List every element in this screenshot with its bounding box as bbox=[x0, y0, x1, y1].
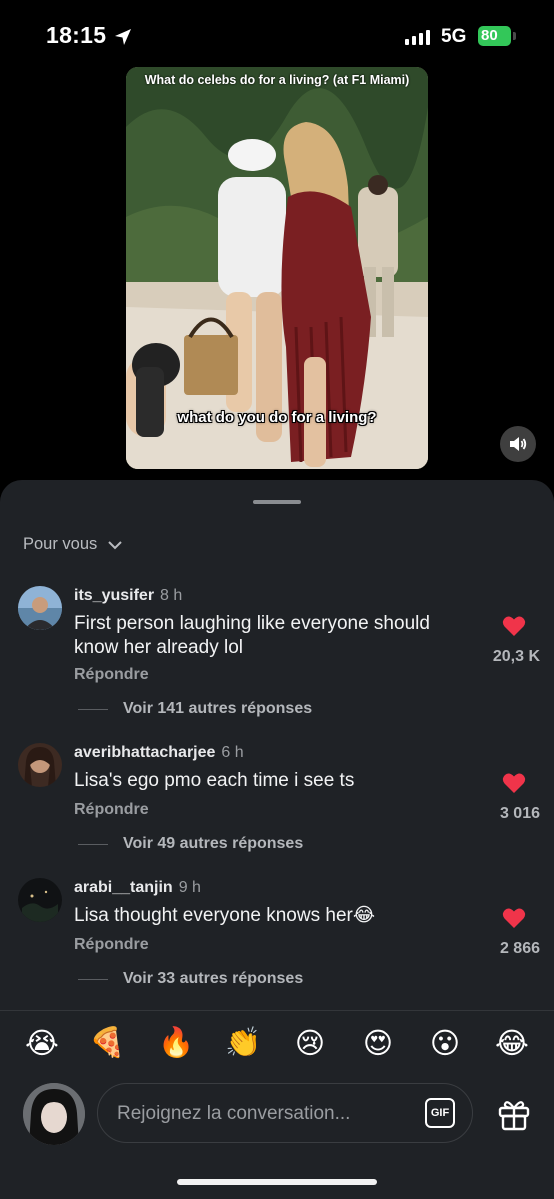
comment-text: Lisa thought everyone knows her😂 bbox=[74, 905, 376, 926]
emoji-clapping-button[interactable]: 👏 bbox=[223, 1026, 263, 1060]
video-player[interactable]: What do celebs do for a living? (at F1 M… bbox=[126, 67, 428, 469]
battery-tip bbox=[513, 32, 516, 40]
avatar-image bbox=[18, 586, 62, 630]
emoji-surprised-button[interactable]: 😮 bbox=[425, 1026, 465, 1061]
view-replies-button[interactable]: Voir 33 autres réponses bbox=[78, 970, 303, 988]
username-text: its_yusifer bbox=[74, 587, 155, 604]
sort-label: Pour vous bbox=[23, 535, 98, 553]
like-heart-icon[interactable] bbox=[502, 615, 526, 637]
emoji-laughing-button[interactable]: 😂 bbox=[492, 1026, 532, 1061]
avatar-image bbox=[18, 878, 62, 922]
home-indicator[interactable] bbox=[177, 1179, 377, 1185]
emoji-reaction-bar: 😭 🍕 🔥 👏 😢 😍 😮 😂 bbox=[0, 1026, 554, 1066]
replies-divider bbox=[78, 843, 108, 845]
chevron-down-icon bbox=[108, 540, 123, 549]
like-count: 20,3 K bbox=[492, 648, 540, 665]
avatar[interactable] bbox=[18, 586, 62, 630]
emoji-crying-button[interactable]: 😢 bbox=[290, 1026, 330, 1061]
emoji-heart-eyes-button[interactable]: 😍 bbox=[358, 1026, 398, 1061]
comment-input[interactable] bbox=[115, 1084, 409, 1144]
status-bar: 18:15 5G 80 bbox=[0, 0, 554, 74]
avatar[interactable] bbox=[18, 743, 62, 787]
video-title: What do celebs do for a living? (at F1 M… bbox=[144, 73, 410, 87]
comment-age: 8 h bbox=[160, 587, 183, 604]
view-replies-label: Voir 33 autres réponses bbox=[123, 970, 304, 987]
view-replies-label: Voir 49 autres réponses bbox=[123, 835, 304, 852]
reply-button[interactable]: Répondre bbox=[74, 801, 149, 819]
avatar-image bbox=[18, 743, 62, 787]
username-text: arabi__tanjin bbox=[74, 879, 173, 896]
username-text: averibhattacharjee bbox=[74, 744, 216, 761]
view-replies-button[interactable]: Voir 141 autres réponses bbox=[78, 700, 312, 718]
emoji-loudly-crying-button[interactable]: 😭 bbox=[22, 1026, 62, 1061]
like-heart-icon[interactable] bbox=[502, 772, 526, 794]
sort-dropdown[interactable]: Pour vous bbox=[23, 535, 123, 554]
view-replies-button[interactable]: Voir 49 autres réponses bbox=[78, 835, 303, 853]
replies-divider bbox=[78, 708, 108, 710]
comment-input-container: GIF bbox=[97, 1083, 473, 1144]
video-caption: what do you do for a living? bbox=[177, 409, 377, 426]
comment-username[interactable]: its_yusifer 8 h bbox=[74, 587, 182, 605]
network-type: 5G bbox=[441, 26, 467, 47]
gift-icon[interactable] bbox=[497, 1097, 531, 1131]
battery-level: 80 bbox=[481, 27, 498, 44]
avatar-image bbox=[23, 1083, 85, 1145]
emoji-pizza-button[interactable]: 🍕 bbox=[87, 1026, 127, 1060]
status-time: 18:15 bbox=[46, 22, 107, 48]
replies-divider bbox=[78, 978, 108, 980]
my-avatar[interactable] bbox=[23, 1083, 85, 1145]
reply-button[interactable]: Répondre bbox=[74, 936, 149, 954]
comments-sheet: Pour vous its_yusifer 8 h First person la… bbox=[0, 480, 554, 1199]
sheet-grabber[interactable] bbox=[253, 500, 301, 504]
comment-age: 9 h bbox=[178, 879, 201, 896]
cellular-signal-icon bbox=[405, 29, 430, 45]
reply-button[interactable]: Répondre bbox=[74, 666, 149, 684]
gif-button[interactable]: GIF bbox=[425, 1098, 455, 1128]
sound-toggle-button[interactable] bbox=[500, 426, 536, 462]
comment-text: Lisa's ego pmo each time i see ts bbox=[74, 770, 355, 791]
comment-username[interactable]: arabi__tanjin 9 h bbox=[74, 879, 201, 897]
comment-username[interactable]: averibhattacharjee 6 h bbox=[74, 744, 244, 762]
speaker-icon bbox=[510, 437, 527, 451]
comment-composer: GIF bbox=[0, 1080, 554, 1150]
comment-text: First person laughing like everyone shou… bbox=[74, 613, 430, 658]
like-heart-icon[interactable] bbox=[502, 907, 526, 929]
composer-divider bbox=[0, 1010, 554, 1011]
emoji-fire-button[interactable]: 🔥 bbox=[156, 1026, 196, 1060]
battery-icon: 80 bbox=[478, 26, 511, 46]
view-replies-label: Voir 141 autres réponses bbox=[123, 700, 313, 717]
location-arrow-icon bbox=[115, 29, 131, 45]
avatar[interactable] bbox=[18, 878, 62, 922]
comment-age: 6 h bbox=[221, 744, 244, 761]
like-count: 2 866 bbox=[499, 940, 540, 957]
like-count: 3 016 bbox=[499, 805, 540, 822]
